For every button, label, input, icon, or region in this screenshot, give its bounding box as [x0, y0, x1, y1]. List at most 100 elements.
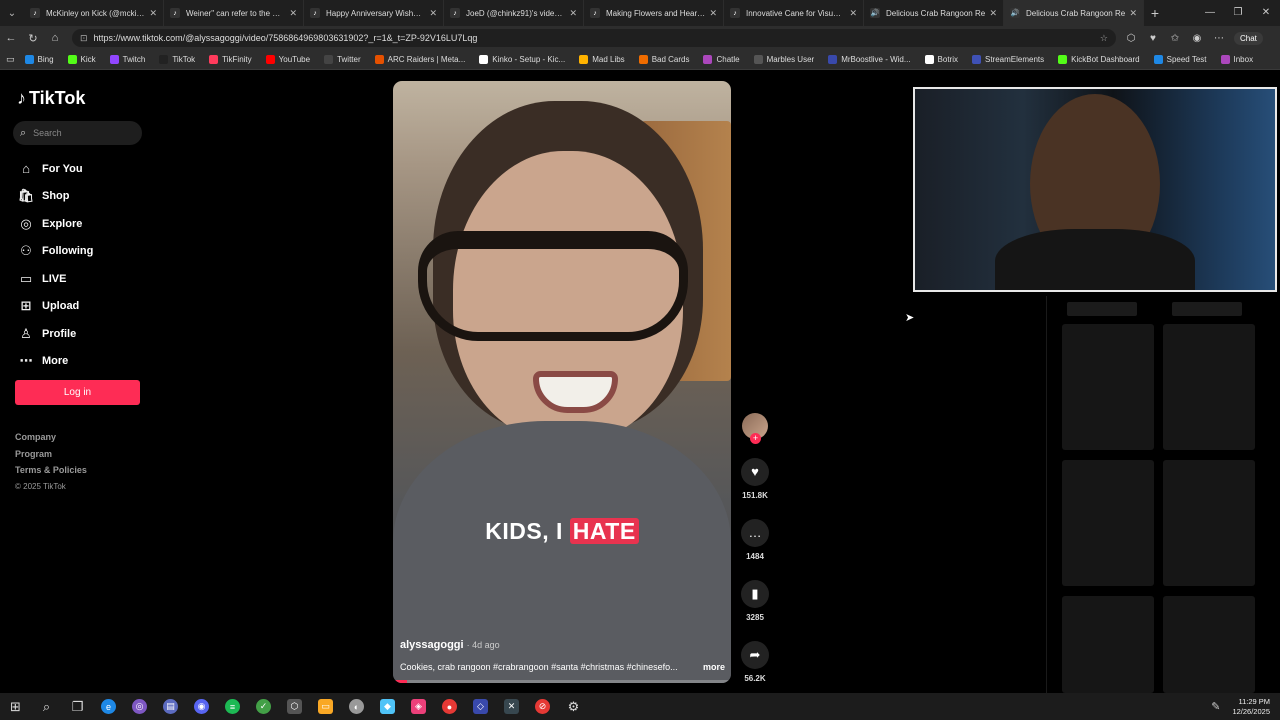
- bookmark-item[interactable]: Bad Cards: [638, 55, 689, 64]
- collections-icon[interactable]: ▭: [6, 54, 15, 65]
- bookmark-item[interactable]: TikFinity: [209, 55, 252, 64]
- bookmark-item[interactable]: KickBot Dashboard: [1058, 55, 1140, 64]
- profile-avatar-icon[interactable]: ◉: [1186, 33, 1208, 44]
- tab-actions-chevron-icon[interactable]: ⌄: [0, 0, 24, 26]
- favorite-star-icon[interactable]: ☆: [1100, 33, 1108, 44]
- bookmark-item[interactable]: Botrix: [924, 55, 958, 64]
- close-tab-icon[interactable]: ✕: [429, 8, 437, 19]
- pen-icon[interactable]: ✎: [1211, 700, 1220, 713]
- close-tab-icon[interactable]: ✕: [149, 8, 157, 19]
- task-view-icon[interactable]: ❐: [62, 693, 93, 720]
- save-action[interactable]: ▮ 3285: [739, 580, 771, 622]
- discord-icon[interactable]: ◉: [186, 693, 217, 720]
- app-icon[interactable]: ◐: [341, 693, 372, 720]
- sidebar-item-upload[interactable]: ⊞ Upload: [17, 293, 93, 321]
- file-explorer-icon[interactable]: ▭: [310, 693, 341, 720]
- close-tab-icon[interactable]: ✕: [569, 8, 577, 19]
- close-tab-icon[interactable]: ✕: [709, 8, 717, 19]
- app-icon[interactable]: ✓: [248, 693, 279, 720]
- sidebar-item-live[interactable]: ▭ LIVE: [17, 265, 93, 293]
- follow-plus-icon[interactable]: +: [750, 433, 761, 444]
- footer-program-link[interactable]: Program: [15, 449, 87, 466]
- sidebar-item-profile[interactable]: ♙ Profile: [17, 320, 93, 348]
- settings-more-icon[interactable]: ⋯: [1208, 33, 1230, 44]
- app-icon[interactable]: ▤: [155, 693, 186, 720]
- video-progress-bar[interactable]: [393, 680, 731, 683]
- clock[interactable]: 11:29 PM 12/26/2025: [1232, 697, 1270, 717]
- bookmark-item[interactable]: ARC Raiders | Meta...: [374, 55, 465, 64]
- bookmark-item[interactable]: Twitter: [324, 55, 361, 64]
- close-window-icon[interactable]: ✕: [1252, 0, 1280, 26]
- app-icon[interactable]: ●: [434, 693, 465, 720]
- new-tab-button[interactable]: +: [1144, 0, 1166, 26]
- app-icon[interactable]: ◈: [403, 693, 434, 720]
- creator-avatar[interactable]: +: [742, 413, 768, 444]
- search-input[interactable]: ⌕ Search: [13, 121, 142, 145]
- app-icon[interactable]: ◆: [372, 693, 403, 720]
- heart-icon[interactable]: ♥: [741, 458, 769, 486]
- browser-tab[interactable]: ♪ McKinley on Kick (@mckinley.tv) ✕: [24, 0, 164, 26]
- bookmark-item[interactable]: StreamElements: [971, 55, 1044, 64]
- bookmark-item[interactable]: TikTok: [159, 55, 195, 64]
- taskbar-search-icon[interactable]: ⌕: [31, 693, 62, 720]
- browser-tab[interactable]: 🔊 Delicious Crab Rangoon Re ✕: [864, 0, 1004, 26]
- bookmark-item[interactable]: Chatle: [703, 55, 740, 64]
- bookmark-item[interactable]: Speed Test: [1153, 55, 1207, 64]
- minimize-icon[interactable]: —: [1196, 0, 1224, 26]
- favorites-icon[interactable]: ✩: [1164, 33, 1186, 44]
- bookmark-item[interactable]: Kinko - Setup - Kic...: [479, 55, 565, 64]
- login-button[interactable]: Log in: [15, 380, 140, 405]
- bookmark-item[interactable]: Marbles User: [753, 55, 814, 64]
- bookmark-icon[interactable]: ▮: [741, 580, 769, 608]
- share-icon[interactable]: ➦: [741, 641, 769, 669]
- footer-company-link[interactable]: Company: [15, 432, 87, 449]
- restore-icon[interactable]: ❐: [1224, 0, 1252, 26]
- home-icon[interactable]: ⌂: [44, 32, 66, 44]
- sidebar-item-explore[interactable]: ◎ Explore: [17, 210, 93, 238]
- bookmark-item[interactable]: Bing: [24, 55, 54, 64]
- bookmark-item[interactable]: Inbox: [1220, 55, 1253, 64]
- bookmark-item[interactable]: MrBoostlive - Wid...: [828, 55, 911, 64]
- footer-terms-link[interactable]: Terms & Policies: [15, 465, 87, 482]
- like-action[interactable]: ♥ 151.8K: [739, 458, 771, 500]
- sidebar-item-following[interactable]: ⚇ Following: [17, 238, 93, 266]
- app-icon[interactable]: ◇: [465, 693, 496, 720]
- share-action[interactable]: ➦ 56.2K: [739, 641, 771, 683]
- sidebar-item-more[interactable]: ⋯ More: [17, 348, 93, 376]
- browser-tab[interactable]: ♪ JoeD (@chinkz91)'s video of ✕: [444, 0, 584, 26]
- copilot-chat-button[interactable]: Chat: [1234, 31, 1263, 45]
- extensions-icon[interactable]: ⬡: [1120, 33, 1142, 44]
- video-player[interactable]: KIDS, I HATE alyssagoggi · 4d ago Cookie…: [393, 81, 731, 683]
- app-icon[interactable]: ⬡: [279, 693, 310, 720]
- refresh-icon[interactable]: ↻: [22, 32, 44, 45]
- browser-tab[interactable]: ♪ Making Flowers and Hearts | Tik ✕: [584, 0, 724, 26]
- app-icon[interactable]: ⊘: [527, 693, 558, 720]
- tiktok-logo[interactable]: ♪ TikTok: [17, 88, 85, 109]
- browser-tab[interactable]: ♪ Innovative Cane for Visually Imp✕: [724, 0, 864, 26]
- site-info-icon[interactable]: ⊡: [80, 33, 88, 44]
- close-tab-icon[interactable]: ✕: [849, 8, 857, 19]
- bookmark-item[interactable]: Mad Libs: [579, 55, 625, 64]
- bookmark-item[interactable]: Kick: [67, 55, 96, 64]
- sidebar-item-shop[interactable]: 🛍 Shop: [17, 183, 93, 211]
- settings-gear-icon[interactable]: ⚙: [558, 693, 589, 720]
- browser-tab[interactable]: ♪ Weiner" can refer to the German✕: [164, 0, 304, 26]
- address-bar[interactable]: ⊡ https://www.tiktok.com/@alyssagoggi/vi…: [72, 29, 1116, 47]
- bookmark-item[interactable]: YouTube: [265, 55, 310, 64]
- close-tab-icon[interactable]: ✕: [989, 8, 997, 19]
- back-arrow-icon[interactable]: ←: [0, 32, 22, 44]
- app-icon[interactable]: ✕: [496, 693, 527, 720]
- comment-icon[interactable]: …: [741, 519, 769, 547]
- sidebar-item-for-you[interactable]: ⌂ For You: [17, 155, 93, 183]
- app-icon[interactable]: ◎: [124, 693, 155, 720]
- browser-tab[interactable]: ♪ Happy Anniversary Wishes for H ✕: [304, 0, 444, 26]
- start-windows-icon[interactable]: ⊞: [0, 693, 31, 720]
- comment-action[interactable]: … 1484: [739, 519, 771, 561]
- author-username[interactable]: alyssagoggi: [400, 639, 464, 651]
- browser-essentials-icon[interactable]: ♥: [1142, 33, 1164, 44]
- close-tab-icon[interactable]: ✕: [289, 8, 297, 19]
- edge-icon[interactable]: e: [93, 693, 124, 720]
- spotify-icon[interactable]: ≡: [217, 693, 248, 720]
- browser-tab[interactable]: 🔊 Delicious Crab Rangoon Re ✕: [1004, 0, 1144, 26]
- more-link[interactable]: more: [703, 662, 725, 672]
